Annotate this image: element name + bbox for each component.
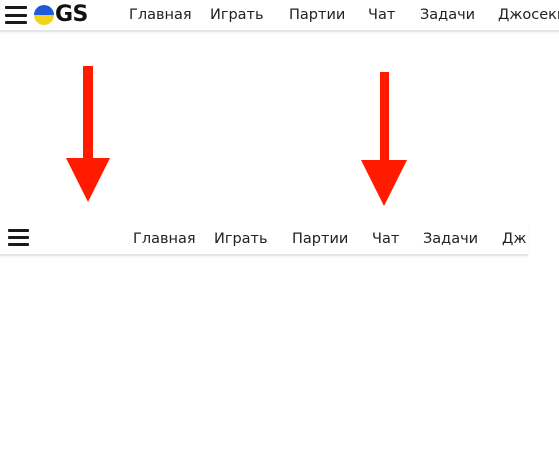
logo-text: GS bbox=[55, 2, 88, 27]
bottom-navbar: Главная Играть Партии Чат Задачи Дж bbox=[0, 222, 528, 256]
hamburger-menu-icon[interactable] bbox=[8, 229, 29, 246]
screenshot-canvas: GS Главная Играть Партии Чат Задачи Джос… bbox=[0, 0, 559, 469]
nav-item-games[interactable]: Партии bbox=[289, 6, 345, 24]
red-arrow-down-right bbox=[361, 72, 407, 206]
nav-item-chat[interactable]: Чат bbox=[368, 6, 395, 24]
red-arrow-down-left bbox=[66, 66, 110, 202]
ukraine-flag-circle-icon bbox=[34, 5, 54, 25]
nav-item-games[interactable]: Партии bbox=[292, 230, 348, 248]
top-navbar: GS Главная Играть Партии Чат Задачи Джос… bbox=[0, 0, 559, 32]
hamburger-menu-icon[interactable] bbox=[5, 6, 27, 24]
nav-item-play[interactable]: Играть bbox=[210, 6, 264, 24]
nav-item-play[interactable]: Играть bbox=[214, 230, 268, 248]
nav-item-joseki[interactable]: Дж bbox=[502, 230, 526, 248]
nav-item-home[interactable]: Главная bbox=[133, 230, 196, 248]
nav-item-joseki[interactable]: Джосеки bbox=[498, 6, 559, 24]
nav-item-puzzles[interactable]: Задачи bbox=[420, 6, 475, 24]
ogs-logo[interactable]: GS bbox=[34, 3, 88, 27]
nav-item-chat[interactable]: Чат bbox=[372, 230, 399, 248]
nav-item-puzzles[interactable]: Задачи bbox=[423, 230, 478, 248]
nav-item-home[interactable]: Главная bbox=[129, 6, 192, 24]
